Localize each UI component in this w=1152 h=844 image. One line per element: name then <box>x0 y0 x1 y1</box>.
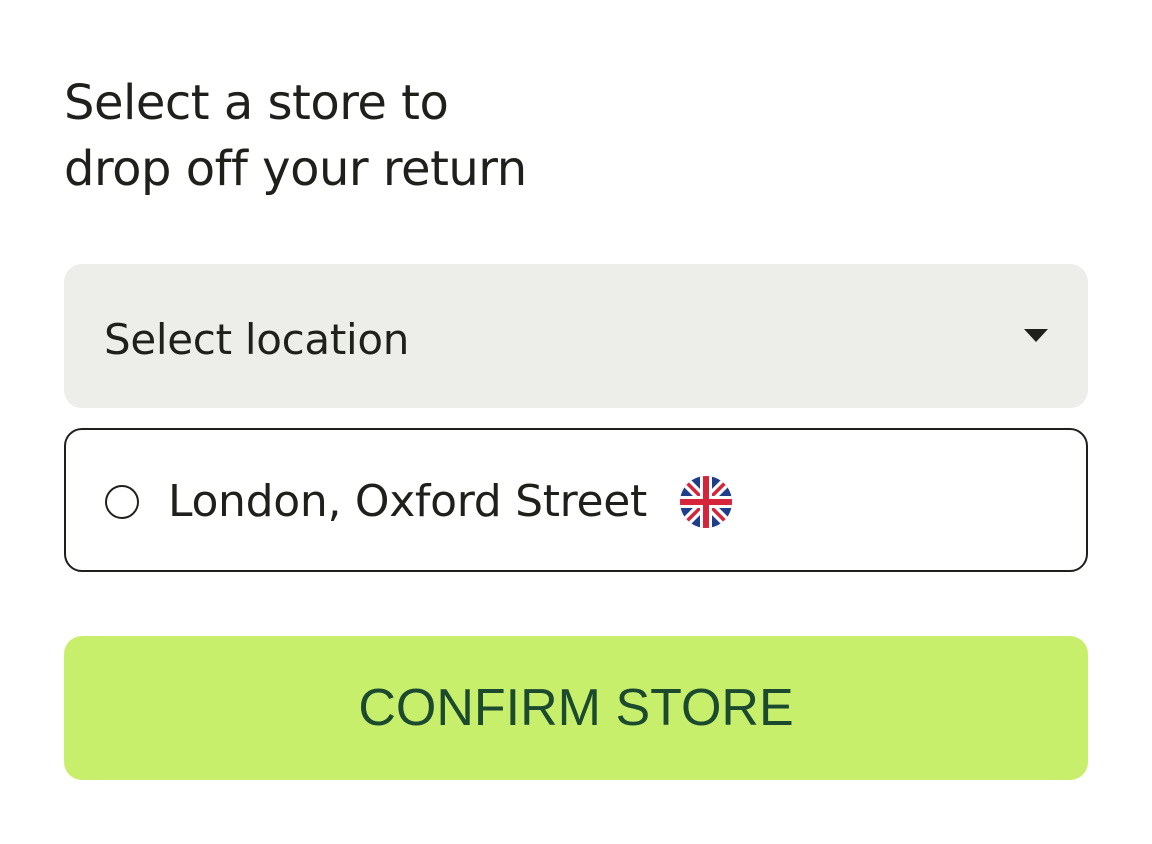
store-option-label: London, Oxford Street <box>168 476 647 527</box>
uk-flag-icon <box>680 476 732 528</box>
page-title: Select a store to drop off your return <box>64 70 764 202</box>
confirm-store-button[interactable]: CONFIRM STORE <box>64 636 1088 780</box>
page-title-line-2: drop off your return <box>64 141 527 197</box>
page-title-line-1: Select a store to <box>64 75 449 131</box>
location-select-label: Select location <box>104 315 410 364</box>
store-radio-button[interactable] <box>105 485 139 519</box>
confirm-store-button-label: CONFIRM STORE <box>358 679 794 737</box>
location-select[interactable]: Select location <box>64 264 1088 408</box>
caret-down-icon <box>1024 329 1048 342</box>
store-option-london-oxford-street[interactable]: London, Oxford Street <box>64 428 1088 572</box>
